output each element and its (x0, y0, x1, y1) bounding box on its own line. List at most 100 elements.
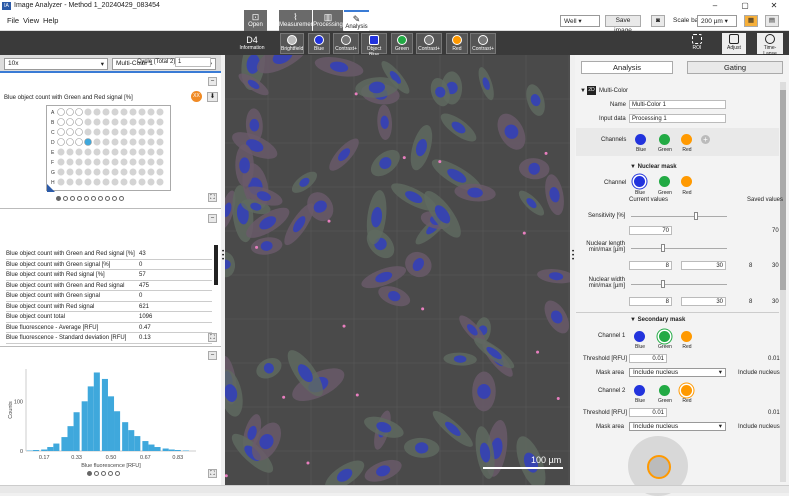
well-H5[interactable] (94, 179, 101, 186)
well-E1[interactable] (58, 149, 65, 156)
well-E10[interactable] (139, 149, 146, 156)
well-H7[interactable] (112, 179, 119, 186)
nuclear-length-knob[interactable] (661, 244, 665, 252)
scale-bar-select[interactable]: 200 µm ▾ (697, 15, 737, 27)
well-G12[interactable] (157, 169, 164, 176)
collapse-button-2[interactable]: − (208, 214, 217, 223)
nuclear-channel-red[interactable] (681, 176, 692, 187)
well-C12[interactable] (157, 129, 164, 136)
well-F7[interactable] (112, 159, 119, 166)
well-C3[interactable] (76, 129, 83, 136)
add-channel-icon[interactable]: + (701, 135, 710, 144)
well-F10[interactable] (139, 159, 146, 166)
well-D2[interactable] (67, 139, 74, 146)
page-dot[interactable] (94, 471, 99, 476)
threshold1-input[interactable]: 0.01 (629, 354, 667, 363)
mode-measurement[interactable]: ⌇Measurement (279, 10, 312, 32)
fit-icon[interactable]: ⛶ (208, 469, 217, 478)
well-E2[interactable] (67, 149, 74, 156)
sensitivity-slider[interactable] (631, 216, 727, 217)
well-G1[interactable] (58, 169, 65, 176)
well-H10[interactable] (139, 179, 146, 186)
brightfield-button[interactable]: Brightfield (280, 33, 304, 54)
well-D4[interactable] (85, 139, 92, 146)
well-F3[interactable] (76, 159, 83, 166)
red-contrast-button[interactable]: Contrast+ (470, 33, 496, 54)
well-G5[interactable] (94, 169, 101, 176)
ch1-red[interactable] (681, 331, 692, 342)
close-button[interactable]: ✕ (759, 0, 789, 12)
menu-file[interactable]: File (7, 16, 19, 25)
ch2-blue[interactable] (634, 385, 645, 396)
well-G8[interactable] (121, 169, 128, 176)
collapse-button-3[interactable]: − (208, 351, 217, 360)
page-dot[interactable] (108, 471, 113, 476)
channel-red[interactable] (681, 134, 692, 145)
mask-area2-select[interactable]: Include nucleus▾ (629, 422, 726, 431)
well-F6[interactable] (103, 159, 110, 166)
name-input[interactable]: Multi-Color 1 (629, 100, 726, 109)
well-A7[interactable] (112, 109, 119, 116)
well-D1[interactable] (58, 139, 65, 146)
nuclear-length-slider[interactable] (631, 248, 727, 249)
ch2-green[interactable] (659, 385, 670, 396)
export-icon[interactable]: ⬇ (207, 92, 218, 102)
save-image-button[interactable]: Save image (605, 15, 641, 27)
well-E8[interactable] (121, 149, 128, 156)
green-channel-button[interactable]: Green (391, 33, 413, 54)
sensitivity-input[interactable]: 70 (629, 226, 672, 235)
ch1-blue[interactable] (634, 331, 645, 342)
well-B5[interactable] (94, 119, 101, 126)
nuclear-mask-title[interactable]: ▼ Nuclear mask (630, 164, 677, 170)
well-H12[interactable] (157, 179, 164, 186)
blue-channel-button[interactable]: Blue (308, 33, 330, 54)
well-C1[interactable] (58, 129, 65, 136)
well-D6[interactable] (103, 139, 110, 146)
well-G6[interactable] (103, 169, 110, 176)
well-E6[interactable] (103, 149, 110, 156)
page-dot[interactable] (91, 196, 96, 201)
well-G2[interactable] (67, 169, 74, 176)
page-dot[interactable] (87, 471, 92, 476)
well-E9[interactable] (130, 149, 137, 156)
well-G7[interactable] (112, 169, 119, 176)
well-B2[interactable] (67, 119, 74, 126)
adjust-button[interactable]: Adjust (722, 33, 746, 54)
well-B8[interactable] (121, 119, 128, 126)
well-F5[interactable] (94, 159, 101, 166)
well-F1[interactable] (58, 159, 65, 166)
maximize-button[interactable]: ▢ (730, 0, 760, 12)
mode-analysis[interactable]: ✎Analysis (344, 10, 369, 32)
well-E7[interactable] (112, 149, 119, 156)
channel-green[interactable] (659, 134, 670, 145)
well-H6[interactable] (103, 179, 110, 186)
tab-gating[interactable]: Gating (687, 61, 783, 74)
well-D8[interactable] (121, 139, 128, 146)
well-E4[interactable] (85, 149, 92, 156)
page-dot[interactable] (70, 196, 75, 201)
well-D7[interactable] (112, 139, 119, 146)
well-G9[interactable] (130, 169, 137, 176)
well-B1[interactable] (58, 119, 65, 126)
well-C9[interactable] (130, 129, 137, 136)
expand-icon[interactable]: ▼ (580, 88, 586, 94)
nuclear-channel-blue[interactable] (634, 176, 645, 187)
well-A10[interactable] (139, 109, 146, 116)
well-C11[interactable] (148, 129, 155, 136)
well-B6[interactable] (103, 119, 110, 126)
well-A9[interactable] (130, 109, 137, 116)
objective-select[interactable]: 10x▾ (4, 58, 108, 70)
nuclear-channel-green[interactable] (659, 176, 670, 187)
well-B3[interactable] (76, 119, 83, 126)
well-F9[interactable] (130, 159, 137, 166)
roi-button[interactable]: ROI (686, 33, 708, 54)
tab-analysis[interactable]: Analysis (581, 61, 673, 74)
nuclear-width-max[interactable]: 30 (681, 297, 726, 306)
well-C2[interactable] (67, 129, 74, 136)
well-H8[interactable] (121, 179, 128, 186)
page-dot[interactable] (84, 196, 89, 201)
well-F8[interactable] (121, 159, 128, 166)
well-C8[interactable] (121, 129, 128, 136)
input-data-field[interactable]: Processing 1 (629, 114, 726, 123)
well-E3[interactable] (76, 149, 83, 156)
